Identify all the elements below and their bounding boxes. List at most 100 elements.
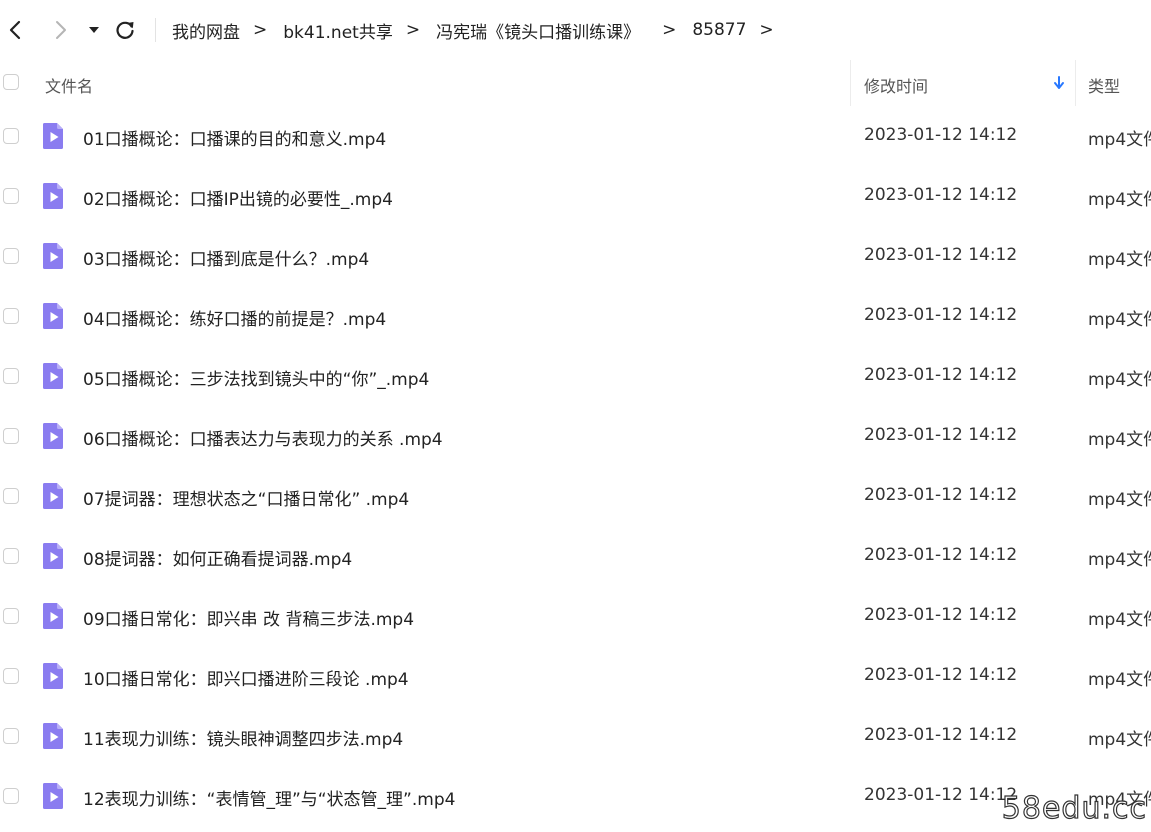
file-row[interactable]: 05口播概论：三步法找到镜头中的“你”_.mp4 2023-01-12 14:12… bbox=[0, 346, 1151, 406]
file-type: mp4文件 bbox=[1088, 130, 1151, 150]
file-name[interactable]: 05口播概论：三步法找到镜头中的“你”_.mp4 bbox=[83, 365, 429, 390]
breadcrumb: 我的网盘 > bk41.net共享 > 冯宪瑞《镜头口播训练课》 > 85877… bbox=[172, 0, 790, 60]
breadcrumb-separator: > bbox=[405, 20, 421, 40]
video-file-icon bbox=[43, 303, 63, 329]
column-divider[interactable] bbox=[850, 60, 851, 106]
file-type: mp4文件 bbox=[1088, 370, 1151, 390]
file-type: mp4文件 bbox=[1088, 550, 1151, 570]
file-modified-date: 2023-01-12 14:12 bbox=[864, 665, 1018, 685]
history-dropdown-button[interactable] bbox=[82, 14, 106, 46]
file-row[interactable]: 03口播概论：口播到底是什么？.mp4 2023-01-12 14:12 mp4文件 bbox=[0, 226, 1151, 286]
video-file-icon bbox=[43, 723, 63, 749]
row-checkbox[interactable] bbox=[3, 428, 19, 444]
column-header-modified[interactable]: 修改时间 bbox=[864, 73, 928, 97]
file-name[interactable]: 03口播概论：口播到底是什么？.mp4 bbox=[83, 245, 369, 270]
row-checkbox[interactable] bbox=[3, 248, 19, 264]
file-name[interactable]: 11表现力训练：镜头眼神调整四步法.mp4 bbox=[83, 725, 403, 750]
file-type: mp4文件 bbox=[1088, 670, 1151, 690]
file-modified-date: 2023-01-12 14:12 bbox=[864, 185, 1018, 205]
file-row[interactable]: 09口播日常化：即兴串 改 背稿三步法.mp4 2023-01-12 14:12 m… bbox=[0, 586, 1151, 646]
toolbar-divider bbox=[155, 18, 156, 42]
video-file-icon bbox=[43, 663, 63, 689]
sort-down-arrow-icon[interactable] bbox=[1052, 74, 1066, 92]
file-modified-date: 2023-01-12 14:12 bbox=[864, 125, 1018, 145]
file-modified-date: 2023-01-12 14:12 bbox=[864, 365, 1018, 385]
file-modified-date: 2023-01-12 14:12 bbox=[864, 245, 1018, 265]
file-modified-date: 2023-01-12 14:12 bbox=[864, 485, 1018, 505]
video-file-icon bbox=[43, 243, 63, 269]
video-file-icon bbox=[43, 423, 63, 449]
file-row[interactable]: 06口播概论：口播表达力与表现力的关系 .mp4 2023-01-12 14:12… bbox=[0, 406, 1151, 466]
row-checkbox[interactable] bbox=[3, 368, 19, 384]
breadcrumb-item-share[interactable]: bk41.net共享 bbox=[283, 18, 393, 43]
file-modified-date: 2023-01-12 14:12 bbox=[864, 425, 1018, 445]
refresh-button[interactable] bbox=[110, 14, 140, 46]
file-name[interactable]: 04口播概论：练好口播的前提是？.mp4 bbox=[83, 305, 386, 330]
video-file-icon bbox=[43, 603, 63, 629]
row-checkbox[interactable] bbox=[3, 128, 19, 144]
file-browser-window: 我的网盘 > bk41.net共享 > 冯宪瑞《镜头口播训练课》 > 85877… bbox=[0, 0, 1151, 832]
file-type: mp4文件 bbox=[1088, 430, 1151, 450]
file-modified-date: 2023-01-12 14:12 bbox=[864, 725, 1018, 745]
column-header: 文件名 修改时间 类型 bbox=[0, 60, 1151, 106]
file-name[interactable]: 10口播日常化：即兴口播进阶三段论 .mp4 bbox=[83, 665, 409, 690]
breadcrumb-separator: > bbox=[759, 20, 774, 40]
file-row[interactable]: 04口播概论：练好口播的前提是？.mp4 2023-01-12 14:12 mp4文… bbox=[0, 286, 1151, 346]
row-checkbox[interactable] bbox=[3, 788, 19, 804]
row-checkbox[interactable] bbox=[3, 488, 19, 504]
video-file-icon bbox=[43, 483, 63, 509]
file-list: 01口播概论：口播课的目的和意义.mp4 2023-01-12 14:12 mp4文… bbox=[0, 106, 1151, 826]
file-name[interactable]: 06口播概论：口播表达力与表现力的关系 .mp4 bbox=[83, 425, 443, 450]
caret-down-icon bbox=[89, 27, 99, 33]
file-type: mp4文件 bbox=[1088, 490, 1151, 510]
row-checkbox[interactable] bbox=[3, 668, 19, 684]
video-file-icon bbox=[43, 183, 63, 209]
file-name[interactable]: 01口播概论：口播课的目的和意义.mp4 bbox=[83, 125, 386, 150]
video-file-icon bbox=[43, 783, 63, 809]
file-name[interactable]: 02口播概论：口播IP出镜的必要性_.mp4 bbox=[83, 185, 393, 210]
file-row[interactable]: 07提词器：理想状态之“口播日常化” .mp4 2023-01-12 14:12 m… bbox=[0, 466, 1151, 526]
column-header-type[interactable]: 类型 bbox=[1088, 73, 1120, 97]
file-modified-date: 2023-01-12 14:12 bbox=[864, 305, 1018, 325]
watermark: 58edu.cc bbox=[1001, 790, 1147, 826]
file-row[interactable]: 10口播日常化：即兴口播进阶三段论 .mp4 2023-01-12 14:12 mp… bbox=[0, 646, 1151, 706]
file-name[interactable]: 08提词器：如何正确看提词器.mp4 bbox=[83, 545, 352, 570]
row-checkbox[interactable] bbox=[3, 728, 19, 744]
row-checkbox[interactable] bbox=[3, 608, 19, 624]
video-file-icon bbox=[43, 543, 63, 569]
file-modified-date: 2023-01-12 14:12 bbox=[864, 545, 1018, 565]
breadcrumb-separator: > bbox=[253, 20, 268, 40]
row-checkbox[interactable] bbox=[3, 188, 19, 204]
video-file-icon bbox=[43, 363, 63, 389]
breadcrumb-separator: > bbox=[662, 20, 677, 40]
file-row[interactable]: 02口播概论：口播IP出镜的必要性_.mp4 2023-01-12 14:12 mp… bbox=[0, 166, 1151, 226]
navigation-bar: 我的网盘 > bk41.net共享 > 冯宪瑞《镜头口播训练课》 > 85877… bbox=[0, 0, 1151, 60]
row-checkbox[interactable] bbox=[3, 548, 19, 564]
file-row[interactable]: 01口播概论：口播课的目的和意义.mp4 2023-01-12 14:12 mp4文… bbox=[0, 106, 1151, 166]
column-divider[interactable] bbox=[1075, 60, 1076, 106]
file-row[interactable]: 12表现力训练：“表情管_理”与“状态管_理”.mp4 2023-01-12 14… bbox=[0, 766, 1151, 826]
file-row[interactable]: 11表现力训练：镜头眼神调整四步法.mp4 2023-01-12 14:12 mp4… bbox=[0, 706, 1151, 766]
file-type: mp4文件 bbox=[1088, 190, 1151, 210]
breadcrumb-item-folder[interactable]: 85877 bbox=[692, 20, 746, 40]
file-type: mp4文件 bbox=[1088, 250, 1151, 270]
file-name[interactable]: 07提词器：理想状态之“口播日常化” .mp4 bbox=[83, 485, 409, 510]
row-checkbox[interactable] bbox=[3, 308, 19, 324]
back-button[interactable] bbox=[0, 14, 30, 46]
forward-button[interactable] bbox=[46, 14, 76, 46]
file-row[interactable]: 08提词器：如何正确看提词器.mp4 2023-01-12 14:12 mp4文件 bbox=[0, 526, 1151, 586]
file-name[interactable]: 09口播日常化：即兴串 改 背稿三步法.mp4 bbox=[83, 605, 414, 630]
refresh-icon bbox=[116, 21, 134, 39]
file-type: mp4文件 bbox=[1088, 310, 1151, 330]
file-type: mp4文件 bbox=[1088, 610, 1151, 630]
video-file-icon bbox=[43, 123, 63, 149]
column-header-name[interactable]: 文件名 bbox=[45, 73, 93, 97]
file-modified-date: 2023-01-12 14:12 bbox=[864, 785, 1018, 805]
file-modified-date: 2023-01-12 14:12 bbox=[864, 605, 1018, 625]
file-type: mp4文件 bbox=[1088, 730, 1151, 750]
file-name[interactable]: 12表现力训练：“表情管_理”与“状态管_理”.mp4 bbox=[83, 785, 455, 810]
select-all-checkbox[interactable] bbox=[3, 74, 19, 90]
chevron-right-icon bbox=[56, 21, 66, 39]
breadcrumb-item-course[interactable]: 冯宪瑞《镜头口播训练课》 bbox=[436, 18, 640, 43]
breadcrumb-item-root[interactable]: 我的网盘 bbox=[172, 18, 240, 43]
